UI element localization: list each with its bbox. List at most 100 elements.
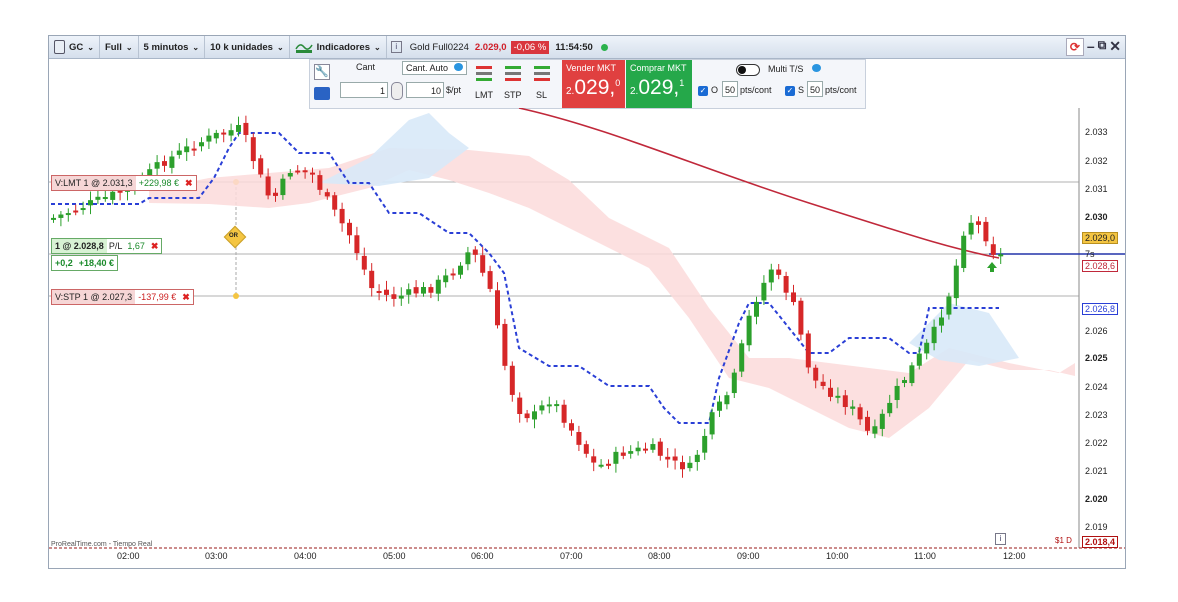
- auto-qty-button[interactable]: Cant. Auto: [402, 61, 467, 75]
- price-tick: 2.030: [1085, 212, 1108, 222]
- indicators-button[interactable]: Indicadores ⌄: [290, 36, 387, 58]
- ichimoku-cloud-blue: [909, 303, 1019, 366]
- candle: [495, 290, 500, 326]
- o-input[interactable]: 50: [722, 81, 738, 97]
- clock: 11:54:50: [555, 41, 593, 53]
- position-pts: +0,2: [55, 258, 73, 268]
- candle: [354, 235, 360, 254]
- price-chart[interactable]: V:LMT 1 @ 2.031,3 +229,98 € ✖ 1 @ 2.028,…: [49, 108, 1125, 568]
- lmt-button[interactable]: LMT: [474, 64, 496, 106]
- instrument-name: Gold Full0224: [409, 41, 469, 53]
- close-icon[interactable]: ✖: [179, 290, 193, 304]
- pts-input[interactable]: 10: [406, 82, 444, 98]
- candle: [909, 365, 915, 384]
- info-icon[interactable]: i: [387, 36, 406, 58]
- qty-input[interactable]: 1: [340, 82, 388, 98]
- chevron-down-icon: ⌄: [87, 42, 94, 52]
- o-checkbox[interactable]: ✓: [698, 85, 708, 96]
- info-icon[interactable]: i: [995, 533, 1006, 545]
- multi-ts-toggle[interactable]: [736, 64, 760, 76]
- candle: [657, 441, 663, 456]
- mode-selector[interactable]: Full ⌄: [100, 36, 139, 58]
- candle: [250, 137, 256, 162]
- close-icon[interactable]: ✖: [148, 239, 162, 253]
- candle: [162, 161, 167, 166]
- candle: [524, 413, 530, 419]
- chevron-down-icon: ⌄: [276, 42, 284, 52]
- timeframe-selector[interactable]: 5 minutos ⌄: [139, 36, 206, 58]
- candle: [635, 447, 641, 452]
- candle: [776, 269, 782, 275]
- candle: [598, 464, 604, 467]
- s-input[interactable]: 50: [807, 81, 823, 97]
- lmt-label: LMT: [475, 90, 493, 100]
- wrench-icon[interactable]: 🔧: [314, 64, 330, 80]
- units-label: 10 k unidades: [210, 41, 273, 53]
- sell-price: 2.029,0: [566, 76, 621, 99]
- indicators-label: Indicadores: [316, 41, 370, 53]
- limit-order-tag[interactable]: V:LMT 1 @ 2.031,3 +229,98 € ✖: [51, 175, 197, 191]
- restore-icon[interactable]: ⧉: [1098, 38, 1107, 56]
- candle: [287, 173, 293, 177]
- trading-window: GC ⌄ Full ⌄ 5 minutos ⌄ 10 k unidades ⌄ …: [48, 35, 1126, 569]
- keyboard-icon[interactable]: [314, 87, 330, 100]
- stp-button[interactable]: STP: [503, 64, 525, 106]
- candle: [946, 296, 952, 315]
- candle: [887, 402, 893, 414]
- candle: [117, 190, 123, 193]
- candle: [280, 178, 286, 196]
- change-badge: -0,06 %: [510, 40, 550, 54]
- minimize-icon[interactable]: –: [1087, 38, 1095, 56]
- candle: [391, 294, 397, 299]
- chart-canvas[interactable]: [49, 108, 1125, 568]
- buy-market-button[interactable]: Comprar MKT 2.029,1: [626, 60, 692, 108]
- candle: [169, 156, 175, 168]
- bottom-tag: $1 D: [1055, 536, 1072, 545]
- ichimoku-cloud-red: [149, 148, 1075, 438]
- candle: [369, 270, 375, 289]
- refresh-icon[interactable]: ⟳: [1065, 38, 1084, 56]
- time-tick: 07:00: [560, 551, 583, 561]
- position-tag[interactable]: 1 @ 2.028,8 P/L 1,67 ✖: [51, 238, 163, 254]
- sl-icon: [534, 66, 550, 81]
- candle: [102, 197, 108, 200]
- candle: [583, 444, 589, 454]
- sell-market-button[interactable]: Vender MKT 2.029,0: [562, 60, 625, 108]
- candle: [857, 407, 863, 420]
- candle: [606, 463, 611, 466]
- close-icon[interactable]: ✕: [1109, 38, 1121, 56]
- arrow-up-icon: [987, 262, 997, 272]
- sl-button[interactable]: SL: [532, 64, 554, 106]
- time-tick: 03:00: [205, 551, 228, 561]
- instrument-selector[interactable]: GC ⌄: [49, 36, 100, 58]
- s-checkbox[interactable]: ✓: [785, 85, 795, 96]
- candle: [783, 276, 789, 293]
- link-icon[interactable]: [391, 82, 403, 100]
- candle: [458, 265, 463, 275]
- candle: [850, 406, 856, 409]
- candle: [398, 295, 404, 299]
- candle: [709, 412, 715, 435]
- candle: [576, 432, 582, 445]
- watermark: ProRealTime.com - Tiempo Real: [51, 541, 153, 548]
- stp-label: STP: [504, 90, 522, 100]
- price-axis[interactable]: 2.033 2.032 2.031 2.030 2.029,0 7s 2.028…: [1081, 108, 1125, 548]
- candle: [916, 353, 922, 366]
- grid-icon: [54, 40, 65, 54]
- units-selector[interactable]: 10 k unidades ⌄: [205, 36, 290, 58]
- sell-label: Vender MKT: [566, 63, 617, 73]
- candle: [931, 326, 937, 344]
- connection-status-icon: [600, 43, 608, 51]
- help-icon[interactable]: [812, 64, 821, 72]
- indicators-icon: [295, 44, 313, 53]
- candle: [88, 200, 93, 206]
- candle: [687, 462, 693, 469]
- candle: [213, 132, 219, 139]
- close-icon[interactable]: ✖: [182, 176, 196, 190]
- price-tick: 2.025: [1085, 353, 1108, 363]
- candle: [51, 217, 56, 220]
- stop-order-tag[interactable]: V:STP 1 @ 2.027,3 -137,99 € ✖: [51, 289, 194, 305]
- candle: [902, 380, 907, 383]
- candle: [613, 451, 619, 464]
- candle: [443, 275, 449, 283]
